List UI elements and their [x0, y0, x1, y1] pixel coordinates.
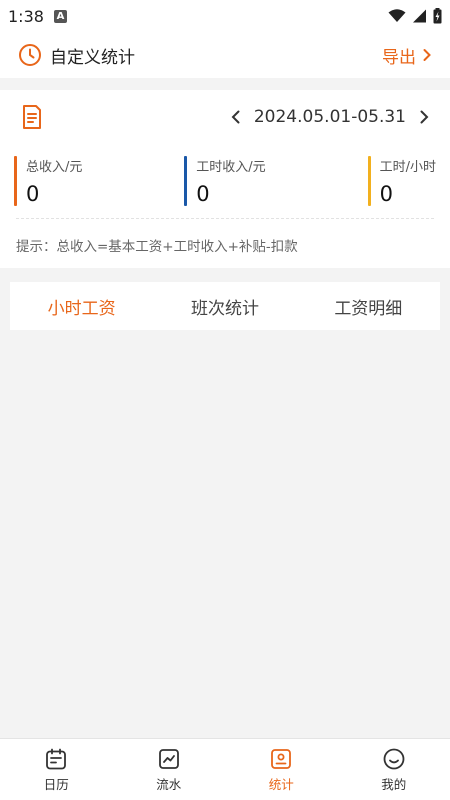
stat-color-bar: [184, 156, 188, 206]
date-navigator: 2024.05.01-05.31: [230, 107, 430, 127]
stat-color-bar: [367, 156, 371, 206]
hint-text: 提示：总收入=基本工资+工时收入+补贴-扣款: [16, 239, 298, 255]
status-icons: [388, 8, 442, 24]
battery-icon: [433, 8, 442, 24]
stat-color-bar: [14, 156, 17, 206]
status-time: 1:38: [8, 6, 44, 26]
tab-shift-stats[interactable]: 班次统计: [153, 294, 296, 319]
nav-item-calendar[interactable]: 日历: [0, 739, 113, 800]
page-header: 自定义统计 导出: [0, 32, 450, 78]
smiley-icon: [383, 748, 405, 769]
calendar-icon: [46, 748, 67, 769]
nav-label: 统计: [268, 776, 294, 792]
cell-signal-icon: [413, 9, 426, 23]
stat-work-hour-income: 工时收入/元 0: [184, 156, 266, 206]
page-title: 自定义统计: [50, 47, 135, 68]
tab-bar: 小时工资 班次统计 工资明细: [10, 282, 440, 330]
stat-label: 总收入/元: [26, 160, 83, 175]
prev-month-button[interactable]: [230, 109, 242, 125]
bottom-nav: 日历 流水 统计 我的: [0, 738, 450, 800]
next-month-button[interactable]: [418, 109, 430, 125]
chevron-left-icon: [231, 110, 240, 124]
summary-card: 2024.05.01-05.31 总收入/元 0 工时收入/元 0 工时/小时 …: [0, 90, 450, 268]
export-label: 导出: [382, 47, 416, 68]
date-range[interactable]: 2024.05.01-05.31: [254, 107, 406, 127]
chevron-right-icon: [420, 110, 429, 124]
stat-value: 0: [26, 182, 40, 206]
stat-label: 工时/小时: [379, 160, 436, 175]
export-button[interactable]: 导出: [382, 43, 432, 68]
nav-item-stats[interactable]: 统计: [225, 739, 338, 800]
stat-value: 0: [379, 182, 393, 206]
status-bar: 1:38 A: [0, 0, 450, 32]
trend-chart-icon: [158, 748, 179, 769]
wifi-icon: [388, 9, 406, 22]
tab-hourly-wage[interactable]: 小时工资: [10, 294, 153, 319]
nav-label: 我的: [381, 776, 407, 792]
note-icon[interactable]: [20, 104, 44, 130]
stat-label: 工时收入/元: [196, 160, 266, 175]
clock-icon: [19, 44, 41, 66]
stats-card-icon: [271, 748, 292, 769]
dashed-divider: [16, 218, 434, 219]
nav-item-flow[interactable]: 流水: [113, 739, 226, 800]
stat-value: 0: [196, 182, 210, 206]
stat-work-hours: 工时/小时 0: [367, 156, 436, 206]
tab-wage-details[interactable]: 工资明细: [297, 294, 440, 319]
date-row: 2024.05.01-05.31: [0, 90, 450, 144]
nav-label: 流水: [156, 776, 182, 792]
stats-row: 总收入/元 0 工时收入/元 0 工时/小时 0: [14, 156, 436, 206]
stat-total-income: 总收入/元 0: [14, 156, 82, 206]
chevron-right-icon: [423, 49, 431, 61]
nav-label: 日历: [43, 776, 69, 792]
notification-icon: A: [53, 9, 67, 23]
nav-item-mine[interactable]: 我的: [338, 739, 450, 800]
